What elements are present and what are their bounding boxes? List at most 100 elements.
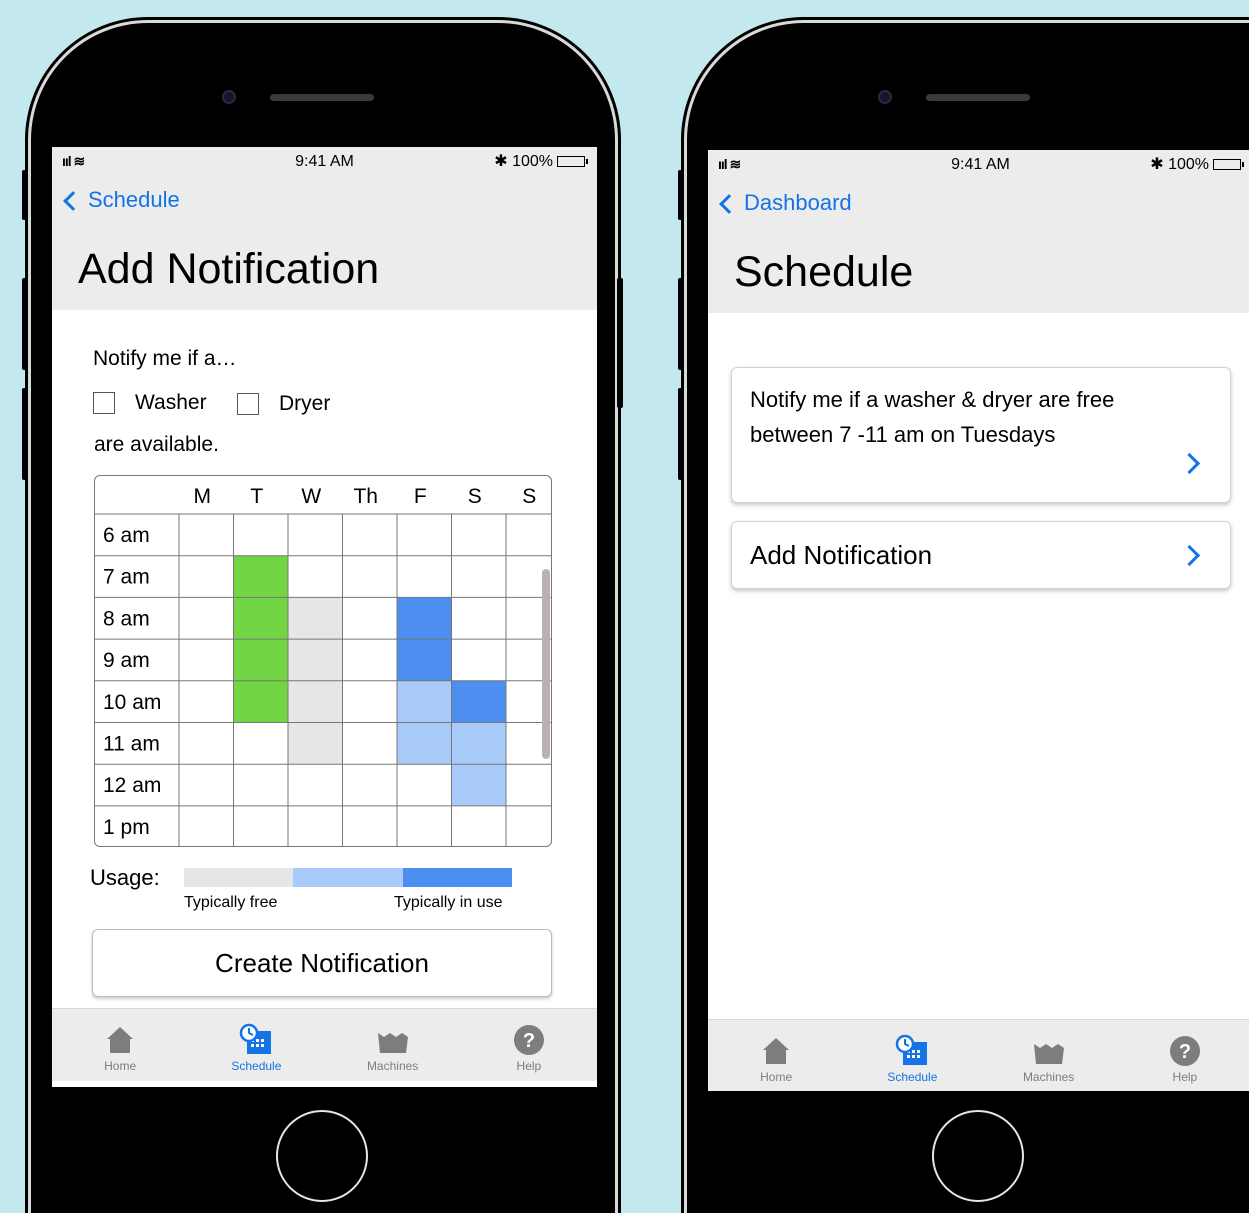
battery-icon — [557, 155, 588, 167]
home-icon — [107, 1027, 134, 1053]
day-header-label: T — [250, 485, 263, 508]
battery-indicator: ✱ 100% — [1150, 154, 1244, 174]
tab-schedule[interactable]: Schedule — [844, 1020, 980, 1091]
hour-row-label: 10 am — [103, 691, 161, 714]
mute-switch-right — [678, 170, 684, 220]
hour-row-label: 9 am — [103, 649, 150, 672]
usage-label: Usage: — [90, 865, 160, 890]
svg-text:?: ? — [1179, 1041, 1191, 1063]
add-notification-label: Add Notification — [750, 540, 933, 570]
machines-icon — [377, 1033, 408, 1053]
tab-help-label: Help — [516, 1059, 542, 1073]
schedule-grid[interactable]: M T W Th F S S 6 am 7 am 8 am 9 am 10 am 11 am 12 am 1… — [94, 475, 552, 847]
power-button-left — [617, 278, 623, 408]
day-header-label: W — [301, 485, 321, 508]
battery-percent: ✱ 100% — [1150, 156, 1209, 173]
tab-machines[interactable]: Machines — [981, 1020, 1117, 1091]
tab-machines-label: Machines — [366, 1059, 419, 1073]
speaker-left — [270, 94, 374, 101]
volume-down-right — [678, 388, 684, 480]
add-notification-card[interactable]: Add Notification — [731, 521, 1231, 589]
usage-legend-bar — [184, 868, 512, 887]
tab-help[interactable]: ? Help — [1117, 1020, 1249, 1091]
battery-percent: ✱ 100% — [494, 153, 553, 170]
schedule-grid-svg[interactable]: M T W Th F S S 6 am 7 am 8 am 9 am 10 am 11 am 12 am 1… — [95, 476, 552, 847]
add-notification-screen: ııl ≋ 9:41 AM ✱ 100% Schedule Add Notifi… — [52, 147, 597, 1087]
hour-row-label: 8 am — [103, 607, 150, 630]
battery-indicator: ✱ 100% — [494, 151, 588, 171]
create-notification-button[interactable]: Create Notification — [92, 929, 552, 997]
tab-machines[interactable]: Machines — [325, 1009, 461, 1081]
status-bar: ııl ≋ 9:41 AM ✱ 100% — [708, 150, 1249, 180]
home-button-right[interactable] — [932, 1110, 1024, 1202]
day-header-label: S — [522, 485, 536, 508]
usage-block-in-use — [451, 680, 506, 723]
volume-up-right — [678, 278, 684, 370]
machines-icon — [1033, 1044, 1064, 1064]
schedule-icon — [896, 1034, 928, 1065]
hour-row-label: 6 am — [103, 524, 150, 547]
battery-icon — [1213, 158, 1244, 170]
notification-card[interactable]: Notify me if a washer & dryer are free b… — [731, 367, 1231, 503]
day-header-label: S — [468, 485, 482, 508]
hour-row-label: 7 am — [103, 566, 150, 589]
volume-up-left — [22, 278, 28, 370]
usage-free-caption: Typically free — [184, 894, 278, 911]
home-button-left[interactable] — [276, 1110, 368, 1202]
tab-home-label: Home — [760, 1070, 793, 1084]
chevron-left-icon — [719, 194, 739, 214]
back-button[interactable]: Dashboard — [719, 190, 852, 216]
washer-label: Washer — [135, 391, 207, 414]
usage-free-swatch — [184, 868, 294, 887]
tab-home[interactable]: Home — [52, 1009, 188, 1081]
help-icon: ? — [513, 1025, 544, 1055]
home-icon — [763, 1038, 790, 1064]
chevron-left-icon — [63, 191, 83, 211]
speaker-right — [926, 94, 1030, 101]
tab-schedule[interactable]: Schedule — [188, 1009, 324, 1081]
volume-down-left — [22, 388, 28, 480]
schedule-screen: ııl ≋ 9:41 AM ✱ 100% Dashboard Schedule … — [708, 150, 1249, 1091]
tab-help-label: Help — [1172, 1070, 1198, 1084]
available-text: are available. — [94, 433, 219, 456]
nav-header: Schedule Add Notification — [52, 177, 597, 310]
dryer-checkbox-row[interactable]: Dryer — [237, 392, 330, 416]
hour-row-label: 1 pm — [103, 816, 150, 839]
washer-checkbox-row[interactable]: Washer — [93, 391, 207, 415]
svg-text:?: ? — [523, 1030, 535, 1052]
back-label: Dashboard — [744, 190, 852, 215]
tab-machines-label: Machines — [1022, 1070, 1075, 1084]
notification-line2: between 7 -11 am on Tuesdays — [750, 422, 1056, 447]
help-icon: ? — [1169, 1036, 1200, 1066]
back-label: Schedule — [88, 187, 180, 212]
schedule-icon — [240, 1023, 272, 1054]
hour-row-label: 11 am — [103, 733, 160, 756]
usage-in-use-swatch — [402, 868, 512, 887]
dryer-label: Dryer — [279, 392, 331, 415]
nav-header: Dashboard Schedule — [708, 180, 1249, 313]
day-header-label: Th — [353, 485, 378, 508]
tab-bar: Home Schedule Machines ? Help — [52, 1008, 597, 1081]
tab-home[interactable]: Home — [708, 1020, 844, 1091]
front-camera-left — [222, 90, 236, 104]
tab-schedule-label: Schedule — [231, 1059, 282, 1073]
mute-switch-left — [22, 170, 28, 220]
washer-checkbox[interactable] — [93, 392, 115, 414]
notify-prompt: Notify me if a… — [93, 347, 237, 370]
tab-bar: Home Schedule Machines ? Help — [708, 1019, 1249, 1091]
grid-scrollbar[interactable] — [542, 569, 550, 759]
day-header-label: F — [414, 485, 427, 508]
chevron-right-icon — [1178, 452, 1201, 475]
hour-row-label: 12 am — [103, 774, 161, 797]
tab-home-label: Home — [104, 1059, 137, 1073]
front-camera-right — [878, 90, 892, 104]
usage-moderate-swatch — [293, 868, 403, 887]
chevron-right-icon — [1178, 544, 1201, 567]
day-header-label: M — [194, 485, 212, 508]
page-title: Schedule — [734, 248, 914, 296]
back-button[interactable]: Schedule — [63, 187, 180, 213]
dryer-checkbox[interactable] — [237, 393, 259, 415]
status-bar: ııl ≋ 9:41 AM ✱ 100% — [52, 147, 597, 177]
tab-help[interactable]: ? Help — [461, 1009, 597, 1081]
page-title: Add Notification — [78, 245, 380, 293]
